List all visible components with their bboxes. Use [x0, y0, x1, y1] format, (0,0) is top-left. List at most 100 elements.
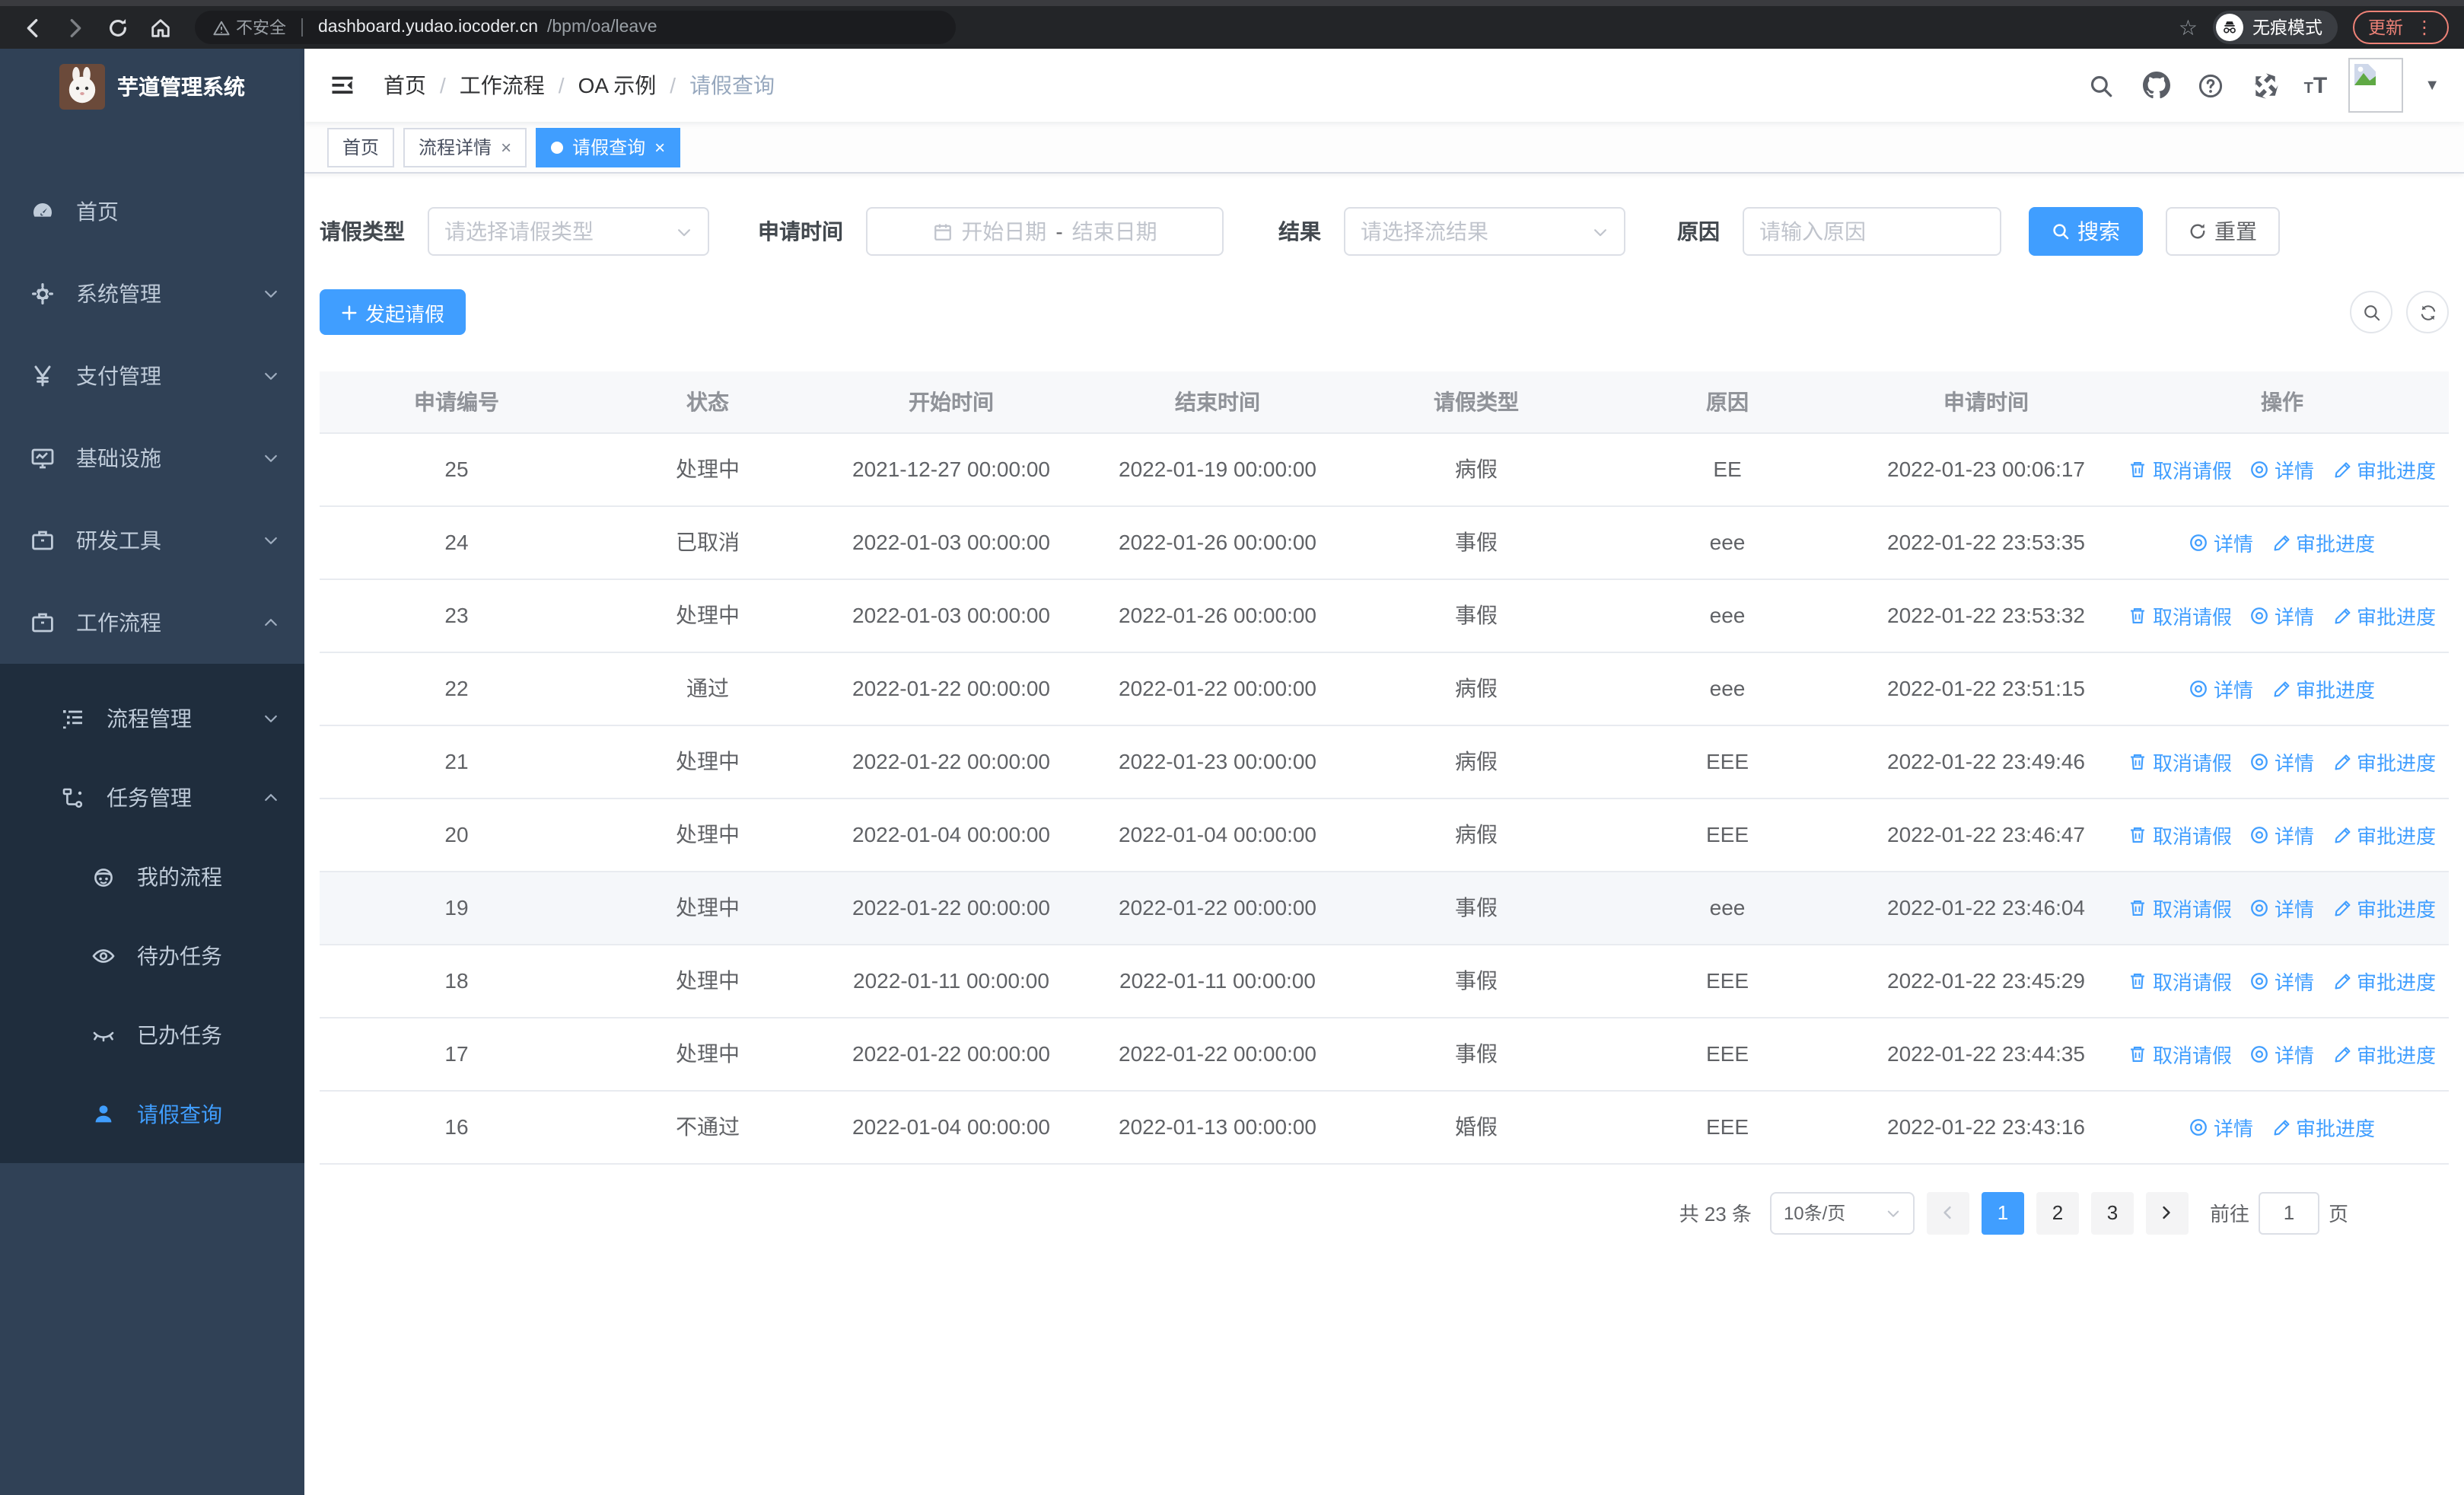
action-detail-link[interactable]: 详情: [2189, 674, 2253, 703]
chevron-down-icon: [262, 709, 280, 728]
cell-apply-id: 20: [320, 798, 594, 872]
action-cancel-link[interactable]: 取消请假: [2128, 893, 2232, 922]
breadcrumb-item[interactable]: 首页: [384, 70, 426, 100]
tab-流程详情[interactable]: 流程详情 ×: [403, 127, 527, 167]
action-cancel-link[interactable]: 取消请假: [2128, 820, 2232, 849]
url-bar[interactable]: 不安全 dashboard.yudao.iocoder.cn/bpm/oa/le…: [195, 11, 956, 44]
action-cancel-link[interactable]: 取消请假: [2128, 1039, 2232, 1068]
action-detail-link[interactable]: 详情: [2250, 601, 2314, 630]
action-detail-link[interactable]: 详情: [2250, 820, 2314, 849]
github-icon[interactable]: [2140, 69, 2173, 102]
sidebar-item-process-mgmt[interactable]: 流程管理: [0, 679, 304, 758]
action-cancel-link[interactable]: 取消请假: [2128, 454, 2232, 483]
breadcrumb-item[interactable]: 工作流程: [460, 70, 545, 100]
action-progress-link[interactable]: 审批进度: [2332, 1039, 2436, 1068]
sidebar-item-system[interactable]: 系统管理: [0, 253, 304, 335]
screen: 不安全 dashboard.yudao.iocoder.cn/bpm/oa/le…: [0, 0, 2464, 1495]
table-search-toggle-button[interactable]: [2350, 291, 2392, 333]
row-actions: 取消请假 详情 审批进度: [2115, 966, 2449, 995]
date-range-picker[interactable]: 开始日期 - 结束日期: [866, 207, 1224, 256]
action-detail-link[interactable]: 详情: [2250, 1039, 2314, 1068]
page-size-select[interactable]: 10条/页: [1769, 1191, 1915, 1234]
kebab-menu-icon[interactable]: ⋮: [2415, 17, 2434, 38]
sidebar-item-infra[interactable]: 基础设施: [0, 417, 304, 499]
sidebar-item-devtools[interactable]: 研发工具: [0, 499, 304, 582]
cell-start-time: 2022-01-03 00:00:00: [822, 505, 1081, 579]
sidebar-item-label: 已办任务: [137, 1023, 222, 1047]
close-icon[interactable]: ×: [501, 138, 511, 156]
font-size-icon[interactable]: TT: [2304, 72, 2328, 98]
security-badge[interactable]: 不安全: [213, 15, 286, 40]
help-icon[interactable]: [2195, 69, 2228, 102]
reason-input[interactable]: [1759, 219, 1985, 244]
action-detail-link[interactable]: 详情: [2250, 893, 2314, 922]
action-progress-link[interactable]: 审批进度: [2332, 601, 2436, 630]
back-button[interactable]: [15, 11, 49, 44]
action-progress-link[interactable]: 审批进度: [2271, 1112, 2375, 1141]
fullscreen-icon[interactable]: [2249, 69, 2283, 102]
action-progress-link[interactable]: 审批进度: [2332, 820, 2436, 849]
cell-apply-time: 2022-01-22 23:49:46: [1857, 725, 2115, 799]
action-cancel-link[interactable]: 取消请假: [2128, 601, 2232, 630]
avatar[interactable]: [2348, 58, 2404, 113]
action-detail-link[interactable]: 详情: [2250, 966, 2314, 995]
yen-icon: [30, 364, 55, 388]
action-detail-link[interactable]: 详情: [2189, 528, 2253, 556]
leave-type-select[interactable]: 请选择请假类型: [428, 207, 709, 256]
update-button[interactable]: 更新 ⋮: [2353, 11, 2449, 44]
action-cancel-link[interactable]: 取消请假: [2128, 747, 2232, 776]
sidebar-fold-button[interactable]: [329, 70, 359, 100]
sidebar-item-workflow[interactable]: 工作流程: [0, 582, 304, 664]
cell-status: 处理中: [594, 432, 822, 506]
reset-button[interactable]: 重置: [2166, 207, 2280, 256]
page-button-2[interactable]: 2: [2036, 1191, 2079, 1234]
page-button-1[interactable]: 1: [1981, 1191, 2024, 1234]
sidebar-item-home[interactable]: 首页: [0, 171, 304, 253]
action-progress-link[interactable]: 审批进度: [2332, 747, 2436, 776]
bookmark-star-icon[interactable]: ☆: [2179, 14, 2198, 40]
app-logo-row[interactable]: 芋道管理系统: [0, 49, 304, 125]
action-progress-link[interactable]: 审批进度: [2271, 528, 2375, 556]
sidebar-item-task-mgmt[interactable]: 任务管理: [0, 758, 304, 837]
tags-view: 首页 流程详情 × 请假查询 ×: [304, 122, 2464, 174]
action-detail-link[interactable]: 详情: [2250, 747, 2314, 776]
close-icon[interactable]: ×: [654, 138, 665, 156]
forward-button[interactable]: [58, 11, 91, 44]
breadcrumb-item: 请假查询: [689, 73, 775, 97]
action-label: 取消请假: [2152, 605, 2232, 628]
breadcrumb-item[interactable]: OA 示例: [578, 70, 657, 100]
tab-首页[interactable]: 首页: [327, 127, 395, 167]
action-progress-link[interactable]: 审批进度: [2271, 674, 2375, 703]
sidebar-item-pay[interactable]: 支付管理: [0, 335, 304, 417]
prev-page-button[interactable]: [1926, 1191, 1969, 1234]
table-refresh-button[interactable]: [2406, 291, 2449, 333]
result-select[interactable]: 请选择流结果: [1344, 207, 1625, 256]
sidebar-item-done-task[interactable]: 已办任务: [0, 996, 304, 1075]
sidebar-item-my-process[interactable]: 我的流程: [0, 837, 304, 916]
action-cancel-link[interactable]: 取消请假: [2128, 966, 2232, 995]
gauge-icon: [30, 199, 55, 224]
search-button[interactable]: 搜索: [2029, 207, 2143, 256]
avatar-caret-icon[interactable]: ▼: [2424, 77, 2440, 94]
action-progress-link[interactable]: 审批进度: [2332, 454, 2436, 483]
tab-请假查询[interactable]: 请假查询 ×: [536, 127, 681, 167]
app-logo: [59, 64, 105, 110]
tab-label: 首页: [342, 137, 380, 158]
next-page-button[interactable]: [2145, 1191, 2189, 1234]
reload-button[interactable]: [100, 11, 134, 44]
action-progress-link[interactable]: 审批进度: [2332, 893, 2436, 922]
sidebar-item-leave-query[interactable]: 请假查询: [0, 1075, 304, 1154]
home-button[interactable]: [143, 11, 177, 44]
page-button-3[interactable]: 3: [2090, 1191, 2134, 1234]
action-detail-link[interactable]: 详情: [2250, 454, 2314, 483]
action-detail-link[interactable]: 详情: [2189, 1112, 2253, 1141]
cell-reason: eee: [1598, 579, 1857, 652]
chevron-up-icon: [262, 614, 280, 632]
sidebar-item-todo-task[interactable]: 待办任务: [0, 916, 304, 996]
search-icon[interactable]: [2085, 69, 2119, 102]
action-progress-link[interactable]: 审批进度: [2332, 966, 2436, 995]
view-icon: [2189, 1117, 2209, 1136]
create-leave-button[interactable]: 发起请假: [320, 289, 466, 335]
refresh-icon: [2420, 304, 2435, 320]
goto-page-input[interactable]: [2258, 1191, 2319, 1234]
